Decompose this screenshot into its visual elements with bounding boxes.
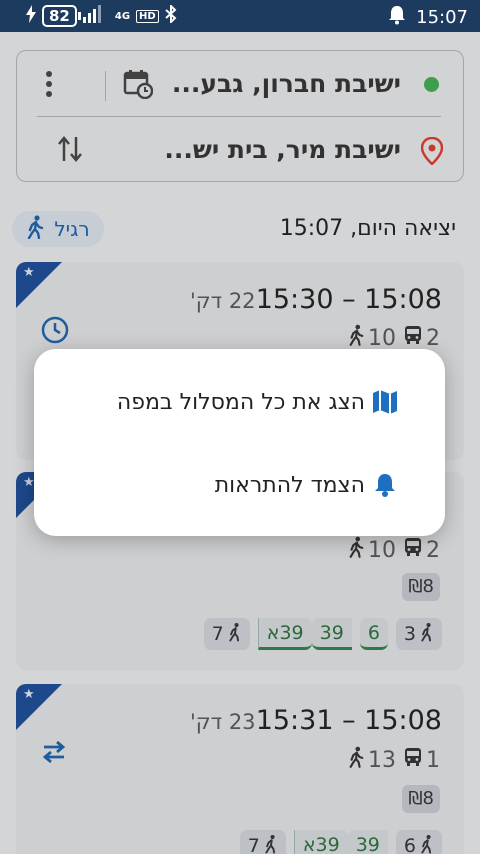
- map-icon: [371, 388, 399, 416]
- signal-icon: [82, 5, 109, 27]
- charging-icon: [26, 5, 36, 27]
- pin-to-notifications-label: הצמד להתראות: [214, 472, 365, 498]
- show-route-on-map-item[interactable]: הצג את כל המסלול במפה: [117, 372, 399, 432]
- clock: 15:07: [416, 7, 468, 28]
- bluetooth-icon: [165, 3, 177, 27]
- route-options-menu: הצג את כל המסלול במפה הצמד להתראות: [34, 349, 445, 536]
- bell-icon: [371, 471, 399, 499]
- status-right: 15:07: [388, 5, 468, 30]
- show-route-on-map-label: הצג את כל המסלול במפה: [116, 389, 365, 415]
- status-bar: 82 4G HD 15:07: [0, 0, 480, 32]
- battery-level: 82: [42, 5, 81, 27]
- network-type: 4G: [114, 10, 131, 22]
- pin-to-notifications-item[interactable]: הצמד להתראות: [215, 455, 399, 515]
- status-left: 82 4G HD: [26, 3, 177, 27]
- hd-badge: HD: [136, 9, 159, 23]
- notification-bell-icon: [388, 5, 406, 30]
